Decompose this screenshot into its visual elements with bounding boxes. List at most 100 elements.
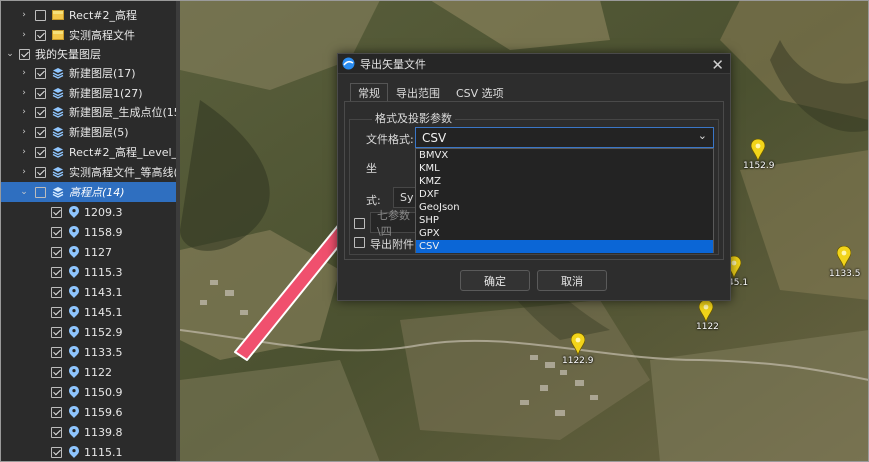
tree-item-label: Rect#2_高程_Level_16... bbox=[69, 146, 176, 159]
layer-checkbox[interactable] bbox=[19, 48, 30, 60]
format-select-value: CSV bbox=[422, 130, 447, 145]
point-checkbox[interactable] bbox=[51, 286, 62, 298]
chevron-down-icon: ⌄ bbox=[697, 129, 707, 142]
expand-caret-icon[interactable]: › bbox=[19, 30, 29, 40]
export-attachment-label: 导出附件 bbox=[370, 238, 414, 251]
tree-item-rect2-elevation[interactable]: › Rect#2_高程 bbox=[1, 5, 176, 25]
layers-icon bbox=[52, 186, 64, 198]
point-item[interactable]: 1158.9 bbox=[1, 222, 176, 242]
format-option-dxf[interactable]: DXF bbox=[416, 188, 713, 201]
format-option-geojson[interactable]: GeoJson bbox=[416, 201, 713, 214]
point-item[interactable]: 1143.1 bbox=[1, 282, 176, 302]
close-icon[interactable]: ✕ bbox=[711, 56, 724, 74]
tree-item-contour-lines[interactable]: › 实测高程文件_等高线(1... bbox=[1, 162, 176, 182]
tab-export-range[interactable]: 导出范围 bbox=[388, 83, 448, 102]
point-checkbox[interactable] bbox=[51, 246, 62, 258]
format-option-shp[interactable]: SHP bbox=[416, 214, 713, 227]
layer-checkbox[interactable] bbox=[35, 186, 46, 198]
collapse-caret-icon[interactable]: ⌄ bbox=[19, 187, 29, 197]
point-checkbox[interactable] bbox=[51, 446, 62, 458]
collapse-caret-icon[interactable]: ⌄ bbox=[5, 49, 15, 59]
layer-checkbox[interactable] bbox=[35, 87, 46, 99]
point-checkbox[interactable] bbox=[51, 266, 62, 278]
expand-caret-icon[interactable]: › bbox=[19, 107, 29, 117]
expand-caret-icon[interactable]: › bbox=[19, 167, 29, 177]
map-pin-icon bbox=[68, 346, 80, 358]
format-option-gpx[interactable]: GPX bbox=[416, 227, 713, 240]
point-item[interactable]: 1122 bbox=[1, 362, 176, 382]
tree-item-new-layer-17[interactable]: › 新建图层(17) bbox=[1, 63, 176, 83]
tree-item-rect2-level16[interactable]: › Rect#2_高程_Level_16... bbox=[1, 142, 176, 162]
expand-caret-icon[interactable]: › bbox=[19, 147, 29, 157]
map-pin-icon bbox=[68, 306, 80, 318]
ok-button[interactable]: 确定 bbox=[460, 270, 530, 291]
point-label: 1209.3 bbox=[84, 205, 123, 219]
layer-checkbox[interactable] bbox=[35, 9, 46, 21]
point-checkbox[interactable] bbox=[51, 406, 62, 418]
tree-item-label: 我的矢量图层 bbox=[35, 48, 101, 61]
format-dropdown-list[interactable]: BMVX KML KMZ DXF GeoJson SHP GPX CSV bbox=[415, 148, 714, 253]
map-pin-icon bbox=[68, 226, 80, 238]
tree-item-elevation-points[interactable]: ⌄ 高程点(14) bbox=[1, 182, 176, 202]
format-option-kmz[interactable]: KMZ bbox=[416, 175, 713, 188]
export-attachment-checkbox[interactable] bbox=[354, 237, 365, 248]
point-label: 1158.9 bbox=[84, 225, 123, 239]
expand-caret-icon[interactable]: › bbox=[19, 127, 29, 137]
point-label: 1143.1 bbox=[84, 285, 123, 299]
raster-icon bbox=[52, 29, 64, 41]
layer-checkbox[interactable] bbox=[35, 106, 46, 118]
point-checkbox[interactable] bbox=[51, 386, 62, 398]
point-item[interactable]: 1127 bbox=[1, 242, 176, 262]
tree-item-label: 高程点(14) bbox=[69, 186, 125, 199]
expand-caret-icon[interactable]: › bbox=[19, 10, 29, 20]
seven-param-checkbox[interactable] bbox=[354, 218, 365, 229]
layers-icon bbox=[52, 146, 64, 158]
point-item[interactable]: 1152.9 bbox=[1, 322, 176, 342]
format-option-bmvx[interactable]: BMVX bbox=[416, 149, 713, 162]
tree-item-new-layer1-27[interactable]: › 新建图层1(27) bbox=[1, 83, 176, 103]
layer-tree-panel: › Rect#2_高程 › 实测高程文件 ⌄ 我的矢量图层 › 新建图层(17)… bbox=[0, 0, 176, 462]
point-item[interactable]: 1150.9 bbox=[1, 382, 176, 402]
dialog-title: 导出矢量文件 bbox=[360, 57, 426, 71]
layer-checkbox[interactable] bbox=[35, 29, 46, 41]
tab-general[interactable]: 常规 bbox=[350, 83, 388, 102]
point-item[interactable]: 1133.5 bbox=[1, 342, 176, 362]
point-checkbox[interactable] bbox=[51, 226, 62, 238]
format-option-csv[interactable]: CSV bbox=[416, 240, 713, 253]
point-item[interactable]: 1209.3 bbox=[1, 202, 176, 222]
format-option-kml[interactable]: KML bbox=[416, 162, 713, 175]
point-item[interactable]: 1145.1 bbox=[1, 302, 176, 322]
layer-checkbox[interactable] bbox=[35, 146, 46, 158]
tree-item-new-layer-5[interactable]: › 新建图层(5) bbox=[1, 122, 176, 142]
point-item[interactable]: 1139.8 bbox=[1, 422, 176, 442]
point-checkbox[interactable] bbox=[51, 346, 62, 358]
point-checkbox[interactable] bbox=[51, 366, 62, 378]
point-label: 1127 bbox=[84, 245, 112, 259]
point-checkbox[interactable] bbox=[51, 426, 62, 438]
tree-item-my-vector-layers[interactable]: ⌄ 我的矢量图层 bbox=[1, 44, 176, 64]
cancel-button[interactable]: 取消 bbox=[537, 270, 607, 291]
layer-checkbox[interactable] bbox=[35, 126, 46, 138]
layer-checkbox[interactable] bbox=[35, 166, 46, 178]
tab-csv-options[interactable]: CSV 选项 bbox=[448, 83, 512, 102]
dialog-titlebar[interactable]: 导出矢量文件 ✕ bbox=[338, 54, 730, 74]
point-checkbox[interactable] bbox=[51, 306, 62, 318]
tree-item-generated-points[interactable]: › 新建图层_生成点位(15) bbox=[1, 102, 176, 122]
point-checkbox[interactable] bbox=[51, 326, 62, 338]
tree-item-label: 新建图层1(27) bbox=[69, 87, 143, 100]
map-pin-icon bbox=[68, 426, 80, 438]
layer-checkbox[interactable] bbox=[35, 67, 46, 79]
tree-item-label: 新建图层_生成点位(15) bbox=[69, 106, 176, 119]
file-format-select[interactable]: CSV ⌄ bbox=[415, 127, 714, 148]
point-label: 1150.9 bbox=[84, 385, 123, 399]
map-pin-icon bbox=[68, 406, 80, 418]
point-item[interactable]: 1115.3 bbox=[1, 262, 176, 282]
point-checkbox[interactable] bbox=[51, 206, 62, 218]
expand-caret-icon[interactable]: › bbox=[19, 88, 29, 98]
point-item[interactable]: 1159.6 bbox=[1, 402, 176, 422]
expand-caret-icon[interactable]: › bbox=[19, 68, 29, 78]
tree-item-measured-elevation[interactable]: › 实测高程文件 bbox=[1, 25, 176, 45]
tree-item-label: 实测高程文件 bbox=[69, 29, 135, 42]
point-item[interactable]: 1115.1 bbox=[1, 442, 176, 462]
dialog-tabs: 常规 导出范围 CSV 选项 bbox=[350, 83, 512, 103]
